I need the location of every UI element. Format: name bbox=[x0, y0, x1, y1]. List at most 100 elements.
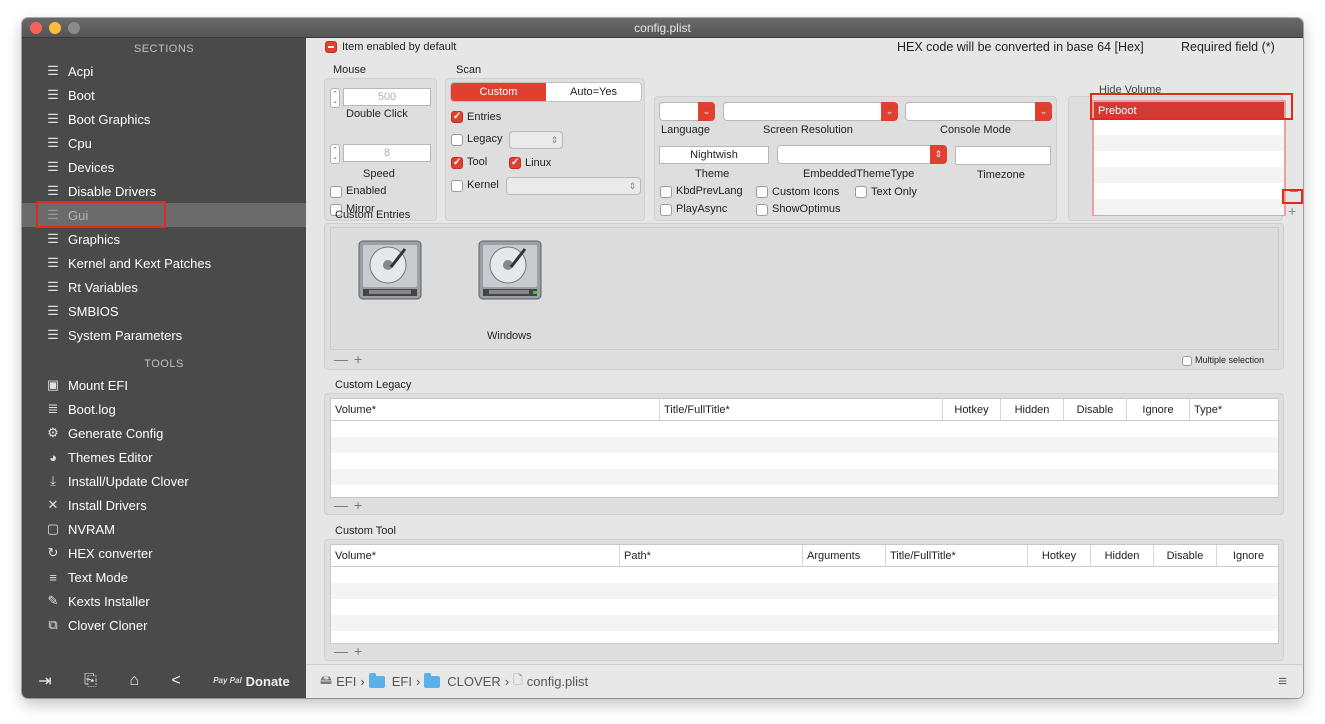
sidebar-item-text-mode[interactable]: ≡ Text Mode bbox=[22, 565, 306, 589]
column-header[interactable]: Hotkey bbox=[942, 399, 1000, 421]
scan-auto-segment[interactable]: Auto=Yes bbox=[546, 83, 641, 101]
sidebar-item-system-parameters[interactable]: ☰ System Parameters bbox=[22, 323, 306, 347]
remove-button[interactable]: — bbox=[334, 643, 354, 659]
add-button[interactable]: + bbox=[354, 351, 368, 367]
hide-volume-add-button[interactable]: + bbox=[1288, 203, 1296, 219]
column-header[interactable]: Hidden bbox=[1000, 399, 1063, 421]
text-only-checkbox[interactable] bbox=[855, 186, 867, 198]
custom-icons-checkbox[interactable] bbox=[756, 186, 768, 198]
sidebar-item-install-update-clover[interactable]: ⤓ Install/Update Clover bbox=[22, 469, 306, 493]
speed-field[interactable]: 8 bbox=[343, 144, 431, 162]
export-icon[interactable]: ⎘ bbox=[84, 672, 97, 690]
sidebar-item-mount-efi[interactable]: ▣ Mount EFI bbox=[22, 373, 306, 397]
sidebar-item-cpu[interactable]: ☰ Cpu bbox=[22, 131, 306, 155]
entry-drive-icon-1[interactable] bbox=[355, 235, 425, 305]
custom-legacy-add-remove[interactable]: —+ bbox=[334, 497, 368, 513]
scan-tool-checkbox[interactable] bbox=[451, 157, 463, 169]
custom-entries-add-remove[interactable]: —+ bbox=[334, 351, 368, 367]
sidebar-item-disable-drivers[interactable]: ☰ Disable Drivers bbox=[22, 179, 306, 203]
mouse-enabled-checkbox[interactable] bbox=[330, 186, 342, 198]
import-icon[interactable]: ⇥ bbox=[38, 671, 51, 691]
main-panel: Item enabled by default HEX code will be… bbox=[306, 38, 1303, 698]
speed-stepper[interactable]: ⌃ ⌄ bbox=[330, 144, 340, 164]
double-click-field[interactable]: 500 bbox=[343, 88, 431, 106]
sidebar-item-boot-graphics[interactable]: ☰ Boot Graphics bbox=[22, 107, 306, 131]
scan-linux-checkbox[interactable] bbox=[509, 157, 521, 169]
sidebar-item-label: Generate Config bbox=[68, 425, 164, 441]
embedded-theme-type-label: EmbeddedThemeType bbox=[803, 168, 915, 180]
sidebar-item-boot-log[interactable]: ≣ Boot.log bbox=[22, 397, 306, 421]
column-header[interactable]: Type* bbox=[1189, 399, 1280, 421]
sidebar-item-boot[interactable]: ☰ Boot bbox=[22, 83, 306, 107]
language-popup[interactable]: ⌄ bbox=[659, 102, 715, 121]
path-item[interactable]: config.plist bbox=[527, 674, 588, 689]
home-icon[interactable]: ⌂ bbox=[129, 672, 139, 690]
column-header[interactable]: Ignore bbox=[1216, 545, 1280, 567]
multiple-selection-checkbox[interactable] bbox=[1182, 356, 1192, 366]
console-mode-popup[interactable]: ⌄ bbox=[905, 102, 1052, 121]
sidebar-item-hex-converter[interactable]: ↻ HEX converter bbox=[22, 541, 306, 565]
empty-row bbox=[1094, 167, 1284, 183]
play-async-checkbox[interactable] bbox=[660, 204, 672, 216]
column-header[interactable]: Disable bbox=[1153, 545, 1216, 567]
sidebar-item-nvram[interactable]: ▢ NVRAM bbox=[22, 517, 306, 541]
kernel-popup[interactable]: ⇕ bbox=[506, 177, 641, 195]
column-header[interactable]: Volume* bbox=[331, 545, 619, 567]
column-header[interactable]: Ignore bbox=[1126, 399, 1189, 421]
remove-button[interactable]: — bbox=[334, 497, 354, 513]
add-button[interactable]: + bbox=[354, 643, 368, 659]
column-header[interactable]: Title/FullTitle* bbox=[659, 399, 942, 421]
sidebar-item-devices[interactable]: ☰ Devices bbox=[22, 155, 306, 179]
sidebar-item-kexts-installer[interactable]: ✎ Kexts Installer bbox=[22, 589, 306, 613]
custom-legacy-table[interactable]: Volume* Title/FullTitle* Hotkey Hidden D… bbox=[330, 398, 1279, 498]
sidebar-item-rt-variables[interactable]: ☰ Rt Variables bbox=[22, 275, 306, 299]
refresh-icon: ↻ bbox=[47, 545, 59, 560]
legacy-popup[interactable]: ⇕ bbox=[509, 131, 563, 149]
path-item[interactable]: EFI bbox=[392, 674, 412, 689]
sidebar-item-clover-cloner[interactable]: ⧉ Clover Cloner bbox=[22, 613, 306, 637]
column-header[interactable]: Path* bbox=[619, 545, 802, 567]
sidebar-item-acpi[interactable]: ☰ Acpi bbox=[22, 59, 306, 83]
timezone-field[interactable] bbox=[955, 146, 1051, 165]
sidebar-item-smbios[interactable]: ☰ SMBIOS bbox=[22, 299, 306, 323]
scan-entries-checkbox[interactable] bbox=[451, 111, 463, 123]
custom-tool-table[interactable]: Volume* Path* Arguments Title/FullTitle*… bbox=[330, 544, 1279, 644]
custom-tool-add-remove[interactable]: —+ bbox=[334, 643, 368, 659]
updown-icon: ⇕ bbox=[550, 134, 559, 145]
theme-field[interactable]: Nightwish bbox=[659, 146, 769, 164]
show-optimus-checkbox[interactable] bbox=[756, 204, 768, 216]
column-header[interactable]: Arguments bbox=[802, 545, 885, 567]
screen-resolution-popup[interactable]: ⌄ bbox=[723, 102, 898, 121]
scan-legacy-checkbox[interactable] bbox=[451, 134, 463, 146]
donate-button[interactable]: Pay Pal Donate bbox=[213, 674, 290, 689]
entry-drive-icon-2[interactable] bbox=[475, 235, 545, 305]
empty-row bbox=[1094, 135, 1284, 151]
sidebar-item-themes-editor[interactable]: ◕ Themes Editor bbox=[22, 445, 306, 469]
sidebar-item-kernel-kext-patches[interactable]: ☰ Kernel and Kext Patches bbox=[22, 251, 306, 275]
kbd-prev-lang-checkbox[interactable] bbox=[660, 186, 672, 198]
path-item[interactable]: EFI bbox=[336, 674, 356, 689]
remove-button[interactable]: — bbox=[334, 351, 354, 367]
column-header[interactable]: Hotkey bbox=[1027, 545, 1090, 567]
column-header[interactable]: Title/FullTitle* bbox=[885, 545, 1027, 567]
sidebar-item-label: Themes Editor bbox=[68, 449, 153, 465]
show-optimus-label: ShowOptimus bbox=[772, 203, 841, 215]
double-click-stepper[interactable]: ⌃ ⌄ bbox=[330, 88, 340, 108]
sidebar-item-generate-config[interactable]: ⚙ Generate Config bbox=[22, 421, 306, 445]
sidebar-item-graphics[interactable]: ☰ Graphics bbox=[22, 227, 306, 251]
sidebar-item-label: Boot.log bbox=[68, 401, 116, 417]
menu-lines-icon[interactable]: ≡ bbox=[1278, 673, 1287, 690]
column-header[interactable]: Hidden bbox=[1090, 545, 1153, 567]
kext-icon: ✎ bbox=[47, 593, 59, 608]
embedded-theme-type-popup[interactable]: ⇕ bbox=[777, 145, 947, 164]
sidebar-item-install-drivers[interactable]: ✕ Install Drivers bbox=[22, 493, 306, 517]
path-item[interactable]: CLOVER bbox=[447, 674, 500, 689]
scan-kernel-checkbox[interactable] bbox=[451, 180, 463, 192]
list-icon: ☰ bbox=[47, 327, 59, 342]
add-button[interactable]: + bbox=[354, 497, 368, 513]
column-header[interactable]: Volume* bbox=[331, 399, 659, 421]
column-header[interactable]: Disable bbox=[1063, 399, 1126, 421]
scan-custom-segment[interactable]: Custom bbox=[451, 83, 546, 101]
required-note: Required field (*) bbox=[1181, 40, 1275, 54]
share-icon[interactable]: < bbox=[171, 672, 180, 690]
